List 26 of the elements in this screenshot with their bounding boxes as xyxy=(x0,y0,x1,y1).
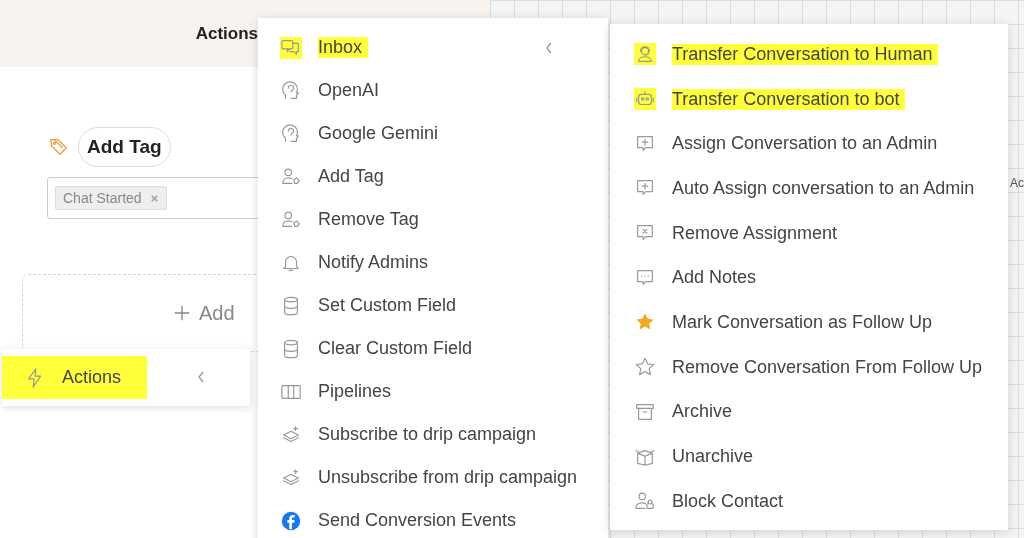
menu-label: Transfer Conversation to Human xyxy=(672,43,939,65)
tag-label: Chat Started xyxy=(63,190,142,206)
menu-label: Unsubscribe from drip campaign xyxy=(318,467,578,488)
menu-label: Remove Tag xyxy=(318,209,419,230)
menu-label: Subscribe to drip campaign xyxy=(318,424,537,445)
menu-label: Google Gemini xyxy=(318,123,439,144)
menu-label: Assign Conversation to an Admin xyxy=(672,133,938,155)
add-label: Add xyxy=(199,301,235,325)
menu-label: Auto Assign conversation to an Admin xyxy=(672,177,975,199)
menu-label: Remove Conversation From Follow Up xyxy=(672,356,983,378)
menu-label: Remove Assignment xyxy=(672,222,838,244)
menu-label: Notify Admins xyxy=(318,252,429,273)
menu-label: Inbox xyxy=(318,37,369,58)
menu-label: OpenAI xyxy=(318,80,380,101)
menu-label: Set Custom Field xyxy=(318,295,457,316)
menu-label: Mark Conversation as Follow Up xyxy=(672,311,933,333)
menu-label: Add Tag xyxy=(318,166,384,187)
panel-title: Actions xyxy=(195,23,258,44)
menu-label: Block Contact xyxy=(672,490,784,512)
menu-label: Add Notes xyxy=(672,267,757,289)
menu-label: Transfer Conversation to bot xyxy=(672,88,906,110)
menu-label: Send Conversion Events xyxy=(318,510,517,531)
menu-label: Unarchive xyxy=(672,446,754,468)
menu-label: Pipelines xyxy=(318,381,392,402)
menu-label: Archive xyxy=(672,401,733,423)
node-label: Ac xyxy=(1010,176,1024,190)
